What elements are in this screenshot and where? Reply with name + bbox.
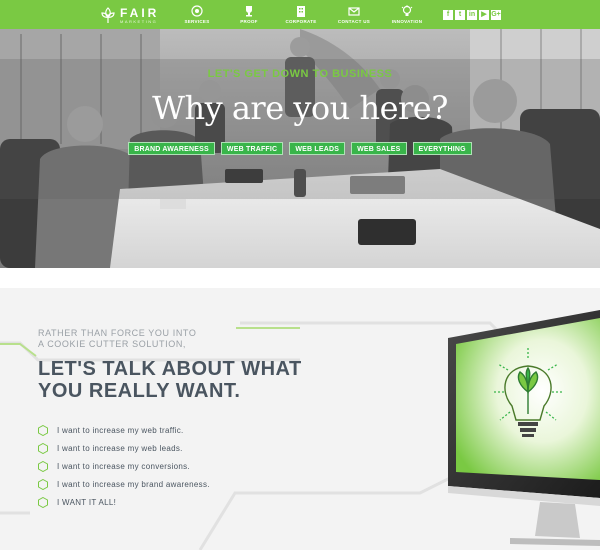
hexagon-bullet-icon	[38, 496, 48, 508]
want-label: I want to increase my web traffic.	[57, 425, 184, 435]
hero-overlay-band	[0, 59, 600, 199]
nav-item-label: CORPORATE	[285, 19, 317, 24]
nav-item-services[interactable]: SERVICES	[169, 5, 225, 24]
nav-item-label: INNOVATION	[391, 19, 423, 24]
brand-awareness-button[interactable]: BRAND AWARENESS	[128, 142, 215, 155]
intro-text: RATHER THAN FORCE YOU INTO A COOKIE CUTT…	[38, 328, 196, 350]
hexagon-bullet-icon	[38, 460, 48, 472]
wants-section: RATHER THAN FORCE YOU INTO A COOKIE CUTT…	[0, 288, 600, 550]
everything-button[interactable]: EVERYTHING	[412, 142, 472, 155]
hero-title: Why are you here?	[152, 89, 448, 127]
list-item[interactable]: I want to increase my conversions.	[38, 457, 210, 475]
hexagon-bullet-icon	[38, 442, 48, 454]
brand-logo[interactable]: FAIR MARKETING	[100, 5, 159, 25]
building-icon	[297, 6, 305, 17]
monitor-illustration	[448, 310, 600, 546]
headline-line: LET'S TALK ABOUT WHAT	[38, 358, 302, 380]
hero-goal-buttons: BRAND AWARENESS WEB TRAFFIC WEB LEADS WE…	[0, 142, 600, 155]
nav-item-proof[interactable]: PROOF	[221, 5, 277, 24]
nav-item-innovation[interactable]: INNOVATION	[379, 5, 435, 24]
envelope-icon	[348, 7, 360, 16]
hero-kicker: LET'S GET DOWN TO BUSINESS	[207, 68, 393, 80]
brand-name: FAIR	[120, 5, 160, 20]
hexagon-bullet-icon	[38, 478, 48, 490]
flower-icon	[101, 7, 115, 23]
trophy-icon	[246, 6, 252, 17]
want-label: I want to increase my conversions.	[57, 461, 190, 471]
want-label: I WANT IT ALL!	[57, 497, 117, 507]
web-traffic-button[interactable]: WEB TRAFFIC	[220, 142, 284, 155]
nav-item-corporate[interactable]: CORPORATE	[273, 5, 329, 24]
list-item[interactable]: I want to increase my brand awareness.	[38, 475, 210, 493]
social-links: f t in ▶ G+	[443, 10, 501, 20]
section-headline: LET'S TALK ABOUT WHAT YOU REALLY WANT.	[38, 358, 302, 402]
google-plus-icon[interactable]: G+	[491, 10, 501, 20]
nav-item-contact[interactable]: CONTACT US	[326, 5, 382, 24]
top-navbar: FAIR MARKETING SERVICES PROOF CORPORATE …	[0, 0, 600, 29]
brand-tagline: MARKETING	[120, 18, 158, 24]
lightbulb-icon	[401, 5, 413, 16]
youtube-icon[interactable]: ▶	[479, 10, 489, 20]
linkedin-icon[interactable]: in	[467, 10, 477, 20]
headline-line: YOU REALLY WANT.	[38, 380, 241, 402]
nav-item-label: SERVICES	[184, 19, 210, 24]
want-label: I want to increase my web leads.	[57, 443, 183, 453]
wants-list: I want to increase my web traffic. I wan…	[38, 421, 210, 511]
twitter-icon[interactable]: t	[455, 10, 465, 20]
want-label: I want to increase my brand awareness.	[57, 479, 210, 489]
web-sales-button[interactable]: WEB SALES	[351, 142, 407, 155]
nav-item-label: CONTACT US	[337, 19, 371, 24]
web-leads-button[interactable]: WEB LEADS	[289, 142, 346, 155]
hero-banner: LET'S GET DOWN TO BUSINESS Why are you h…	[0, 29, 600, 268]
list-item[interactable]: I WANT IT ALL!	[38, 493, 210, 511]
nav-item-label: PROOF	[240, 19, 258, 24]
list-item[interactable]: I want to increase my web leads.	[38, 439, 210, 457]
hexagon-bullet-icon	[38, 424, 48, 436]
section-divider	[0, 268, 600, 288]
intro-line: RATHER THAN FORCE YOU INTO	[38, 328, 197, 338]
facebook-icon[interactable]: f	[443, 10, 453, 20]
intro-line: A COOKIE CUTTER SOLUTION,	[38, 339, 187, 349]
list-item[interactable]: I want to increase my web traffic.	[38, 421, 210, 439]
target-icon	[191, 5, 203, 17]
